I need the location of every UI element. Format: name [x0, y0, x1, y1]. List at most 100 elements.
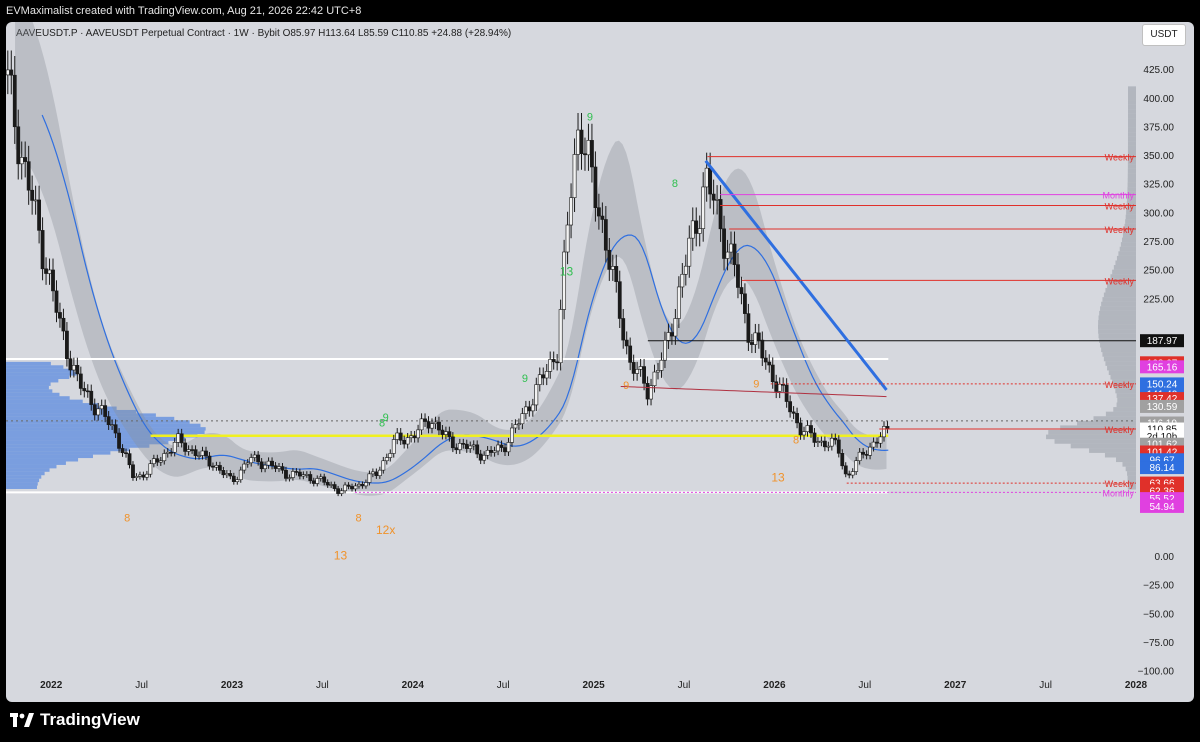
y-tick-label: −75.00 [1143, 638, 1174, 649]
candle-body [151, 458, 156, 464]
volume-profile-bar [6, 427, 206, 431]
volume-profile-bar [6, 361, 51, 366]
candle-body [447, 431, 452, 438]
annotation-label: Weekly [1105, 276, 1135, 286]
candle-body [788, 401, 793, 413]
candle-body [861, 451, 866, 455]
candle-body [670, 332, 674, 337]
chart-panel[interactable]: AAVEUSDT.P · AAVEUSDT Perpetual Contract… [6, 22, 1194, 702]
candle-body [26, 161, 31, 191]
candle-body [843, 465, 848, 475]
candle-body [426, 421, 431, 429]
price-chart[interactable]: WeeklyMonthlyWeeklyWeeklyWeeklyWeeklyWee… [6, 22, 1194, 702]
volume-profile-bar-right [1122, 462, 1136, 467]
candle-body [339, 490, 344, 494]
candle-body [812, 432, 817, 443]
candle-body [464, 443, 469, 449]
candle-body [847, 473, 852, 476]
volume-profile-bar-right [1105, 361, 1136, 366]
candle-body [854, 460, 859, 472]
volume-profile-bar-right [1116, 255, 1136, 261]
volume-profile-bar-right [1127, 168, 1136, 174]
volume-profile-bar-right [1127, 182, 1136, 188]
candle-body [99, 405, 104, 410]
volume-profile-bar [6, 392, 60, 397]
volume-profile-bar [6, 368, 75, 373]
candle-body [141, 474, 146, 478]
volume-profile-bar [6, 423, 201, 428]
candle-body [603, 219, 608, 251]
td-count-label: 9 [753, 379, 759, 391]
candle-body [690, 220, 695, 239]
td-count-label: 12x [376, 523, 395, 537]
candle-body [367, 473, 372, 483]
volume-profile-bar-right [1127, 100, 1136, 105]
candle-body [638, 366, 643, 370]
candle-body [749, 342, 754, 345]
candle-body [596, 207, 601, 217]
candle-body [120, 448, 125, 454]
candle-body [419, 418, 424, 431]
candle-body [273, 465, 278, 469]
volume-profile-bar-right [1098, 320, 1136, 325]
candle-body [850, 471, 855, 476]
candle-body [485, 449, 490, 456]
candle-body [221, 470, 226, 476]
volume-profile-bar-right [1127, 118, 1136, 124]
candle-body [457, 443, 462, 451]
tradingview-logo[interactable]: TradingView [10, 710, 140, 730]
candle-body [433, 421, 438, 424]
candle-body [249, 457, 254, 464]
candle-body [551, 359, 556, 363]
td-count-label: 13 [560, 264, 574, 278]
candle-body [770, 364, 775, 383]
candle-body [840, 453, 845, 467]
candle-body [329, 484, 334, 486]
volume-profile-bar-right [1113, 265, 1136, 270]
volume-profile-bar-right [1098, 324, 1136, 330]
candle-body [642, 366, 646, 384]
candle-body [179, 433, 184, 444]
td-count-label: 13 [334, 548, 348, 562]
candle-body [231, 475, 236, 482]
candle-body [402, 439, 407, 445]
candle-body [562, 251, 567, 310]
volume-profile-bar [6, 458, 79, 462]
candle-body [395, 432, 400, 440]
price-tag-label: 54.94 [1149, 502, 1174, 513]
volume-profile-bar-right [1104, 452, 1136, 458]
candle-body [645, 383, 650, 400]
candle-body [357, 483, 361, 487]
candle-body [200, 450, 205, 456]
annotation-label: Weekly [1105, 380, 1135, 390]
candle-body [736, 264, 740, 288]
candle-body [398, 432, 403, 441]
candle-body [523, 406, 528, 414]
candle-body [186, 449, 191, 452]
volume-profile-bar [6, 382, 51, 386]
volume-profile-bar-right [1046, 434, 1136, 440]
volume-profile-bar [6, 478, 40, 483]
candle-body [489, 449, 494, 453]
credit-bar: EVMaximalist created with TradingView.co… [6, 5, 362, 17]
candle-body [621, 318, 626, 341]
candle-body [802, 431, 806, 436]
candle-body [544, 371, 549, 379]
candle-body [781, 384, 786, 386]
volume-profile-bar [6, 416, 175, 421]
price-tag-label: 130.59 [1147, 402, 1178, 413]
candle-body [753, 332, 758, 345]
td-count-label: 8 [124, 513, 130, 525]
volume-profile-bar-right [1127, 95, 1136, 101]
candle-body [704, 167, 709, 188]
y-tick-label: 425.00 [1143, 65, 1174, 76]
candle-body [590, 140, 594, 168]
volume-profile-bar [6, 471, 45, 476]
volume-profile-bar-right [1115, 260, 1136, 266]
candle-body [864, 454, 869, 456]
candle-body [65, 330, 69, 359]
candle-body [117, 432, 121, 449]
volume-profile-bar-right [1125, 214, 1136, 220]
volume-profile-bar [6, 444, 150, 448]
candle-body [370, 471, 375, 475]
